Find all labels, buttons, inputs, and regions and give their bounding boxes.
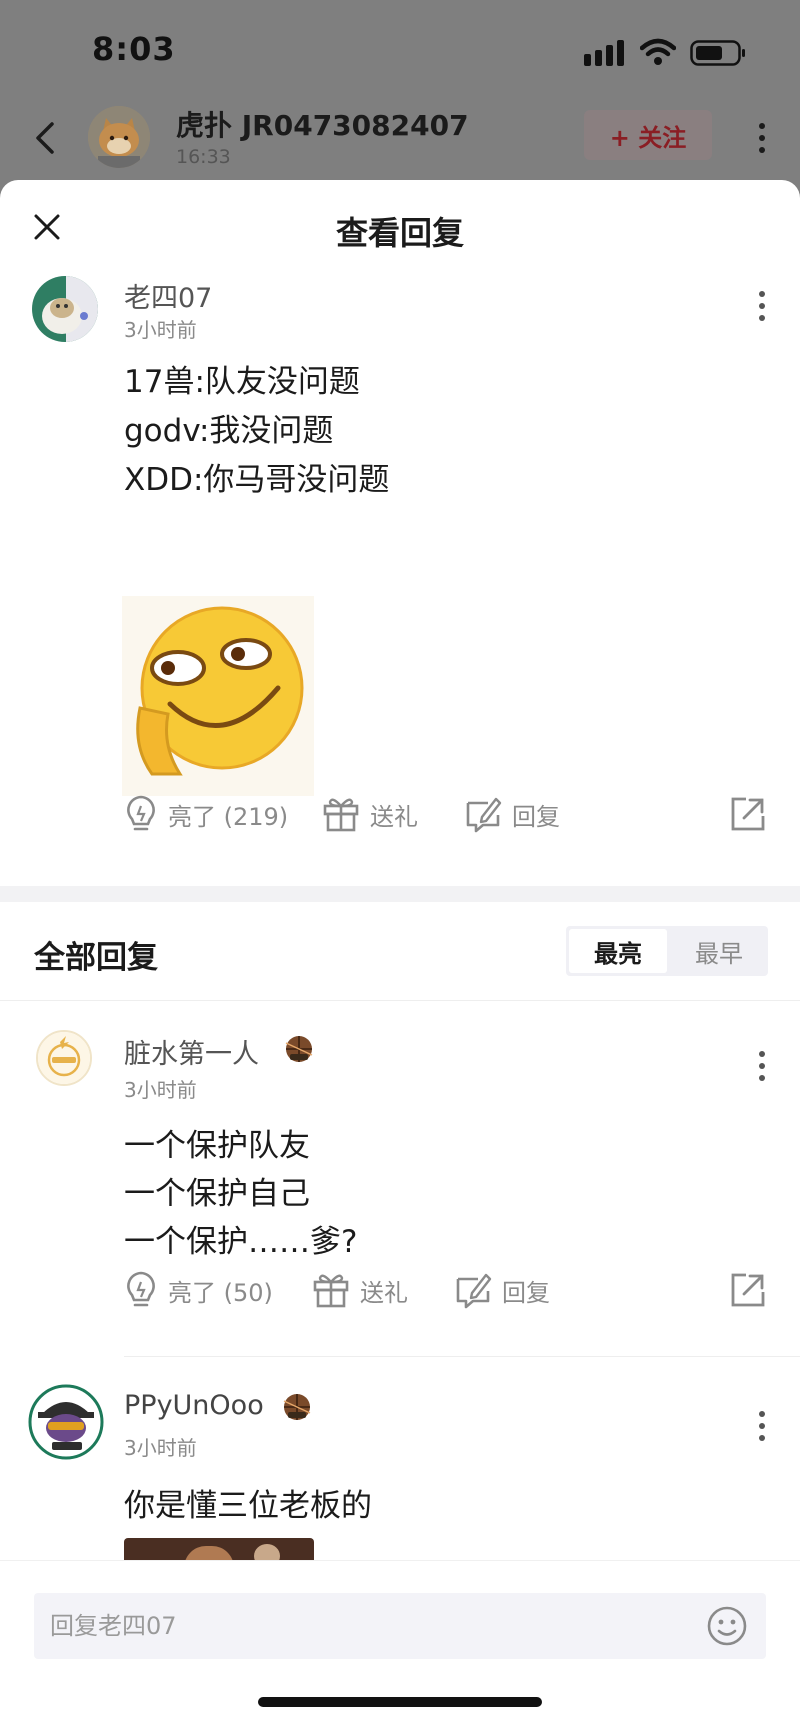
gift-button[interactable]: 送礼	[322, 792, 418, 836]
reply-button[interactable]: 回复	[464, 792, 560, 836]
wifi-icon	[640, 38, 676, 65]
sort-earliest-tab[interactable]: 最早	[670, 926, 768, 976]
post-time: 3小时前	[124, 1078, 197, 1102]
more-options-icon[interactable]	[750, 1046, 774, 1086]
reply-label: 回复	[512, 802, 560, 831]
gift-button[interactable]: 送礼	[312, 1268, 408, 1312]
reply-text-line: 一个保护自己	[124, 1176, 310, 1212]
post-time: 3小时前	[124, 318, 197, 342]
smirk-emoji-sticker[interactable]	[122, 596, 314, 796]
status-bar: 8:03	[0, 0, 800, 100]
more-options-icon[interactable]	[750, 286, 774, 326]
like-count-label: 亮了 (50)	[168, 1278, 273, 1307]
lightbulb-icon	[127, 795, 155, 831]
battery-icon	[690, 40, 745, 66]
sheet-header: 查看回复	[0, 180, 800, 270]
gift-label: 送礼	[370, 802, 418, 831]
gift-icon	[323, 798, 359, 832]
share-icon[interactable]	[728, 1270, 768, 1310]
reply-text-line: 一个保护队友	[124, 1128, 310, 1164]
author-name[interactable]: 虎扑 JR0473082407	[176, 104, 469, 144]
edit-reply-icon	[466, 797, 502, 833]
reply-text-line: XDD:你马哥没问题	[124, 462, 390, 498]
reply-sheet: 查看回复 老四07 3小时前 17兽:队友没问题 godv:我没问题 XDD:你…	[0, 180, 800, 1731]
gift-label: 送礼	[360, 1278, 408, 1307]
reply-label: 回复	[502, 1278, 550, 1307]
cool-face-avatar-icon	[38, 1032, 90, 1084]
divider	[124, 1356, 800, 1357]
post-time: 3小时前	[124, 1436, 197, 1460]
background-nav-bar: 虎扑 JR0473082407 16:33 + 关注	[0, 100, 800, 180]
sheet-title: 查看回复	[335, 214, 464, 252]
avatar[interactable]	[32, 276, 98, 342]
avatar[interactable]	[36, 1030, 92, 1086]
cat-avatar-icon	[88, 106, 150, 168]
home-indicator	[258, 1697, 542, 1707]
reply-text-line: 一个保护……爹?	[124, 1224, 358, 1260]
reply-text-line: godv:我没问题	[124, 413, 334, 449]
divider	[0, 1000, 800, 1001]
user-name[interactable]: 老四07	[124, 276, 212, 315]
section-separator	[0, 886, 800, 902]
reply-input[interactable]	[34, 1593, 766, 1659]
user-name[interactable]: PPyUnOoo	[124, 1390, 264, 1421]
reply-input-bar	[0, 1560, 800, 1731]
like-button[interactable]: 亮了 (219)	[124, 792, 288, 836]
reply-text-line: 你是懂三位老板的	[124, 1488, 372, 1524]
gift-icon	[313, 1274, 349, 1308]
follow-button[interactable]: + 关注	[584, 110, 712, 160]
avatar[interactable]	[28, 1384, 104, 1460]
cartoon-cap-avatar-icon	[28, 1384, 104, 1460]
share-icon[interactable]	[728, 794, 768, 834]
sort-brightest-tab[interactable]: 最亮	[569, 929, 667, 973]
basketball-badge-icon	[283, 1394, 311, 1420]
status-time: 8:03	[92, 30, 176, 68]
more-options-icon[interactable]	[748, 118, 776, 158]
like-count-label: 亮了 (219)	[168, 802, 289, 831]
author-avatar[interactable]	[88, 106, 150, 168]
edit-reply-icon	[456, 1273, 492, 1309]
cat-photo-avatar-icon	[32, 276, 98, 342]
post-time: 16:33	[176, 146, 231, 168]
background-page: 8:03 虎扑 JR0473082407 16:33 + 关注	[0, 0, 800, 200]
reply-button[interactable]: 回复	[454, 1268, 550, 1312]
back-arrow-icon[interactable]	[24, 116, 68, 160]
like-button[interactable]: 亮了 (50)	[124, 1268, 273, 1312]
lightbulb-icon	[127, 1271, 155, 1307]
user-name[interactable]: 脏水第一人	[124, 1032, 259, 1071]
sort-toggle: 最亮 最早	[566, 926, 768, 976]
all-replies-title: 全部回复	[34, 940, 158, 976]
cellular-signal-icon	[584, 40, 624, 66]
basketball-badge-icon	[285, 1036, 313, 1062]
more-options-icon[interactable]	[750, 1406, 774, 1446]
emoji-icon[interactable]	[706, 1605, 748, 1647]
reply-text-line: 17兽:队友没问题	[124, 364, 360, 400]
